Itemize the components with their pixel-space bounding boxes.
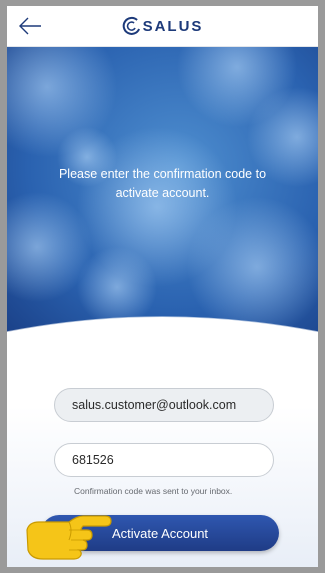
activate-button-label: Activate Account bbox=[111, 525, 209, 541]
top-bar: SALUS bbox=[7, 6, 318, 47]
email-value: salus.customer@outlook.com bbox=[72, 398, 237, 412]
email-field[interactable]: salus.customer@outlook.com bbox=[54, 388, 274, 422]
instruction-text: Please enter the confirmation code to ac… bbox=[58, 167, 267, 200]
confirmation-code-input[interactable]: 681526 bbox=[54, 443, 274, 477]
app-screen: SALUS Please enter the confirmation code… bbox=[7, 6, 318, 567]
code-value: 681526 bbox=[72, 453, 114, 467]
brand-logo: SALUS bbox=[122, 15, 204, 37]
back-arrow-icon bbox=[19, 17, 41, 35]
code-sent-hint: Confirmation code was sent to your inbox… bbox=[74, 486, 233, 496]
pointing-hand-icon bbox=[26, 515, 112, 560]
brand-name: SALUS bbox=[142, 17, 204, 35]
hero-banner: Please enter the confirmation code to ac… bbox=[7, 47, 318, 347]
back-button[interactable] bbox=[17, 15, 43, 37]
salus-logo-mark-icon bbox=[122, 16, 140, 35]
